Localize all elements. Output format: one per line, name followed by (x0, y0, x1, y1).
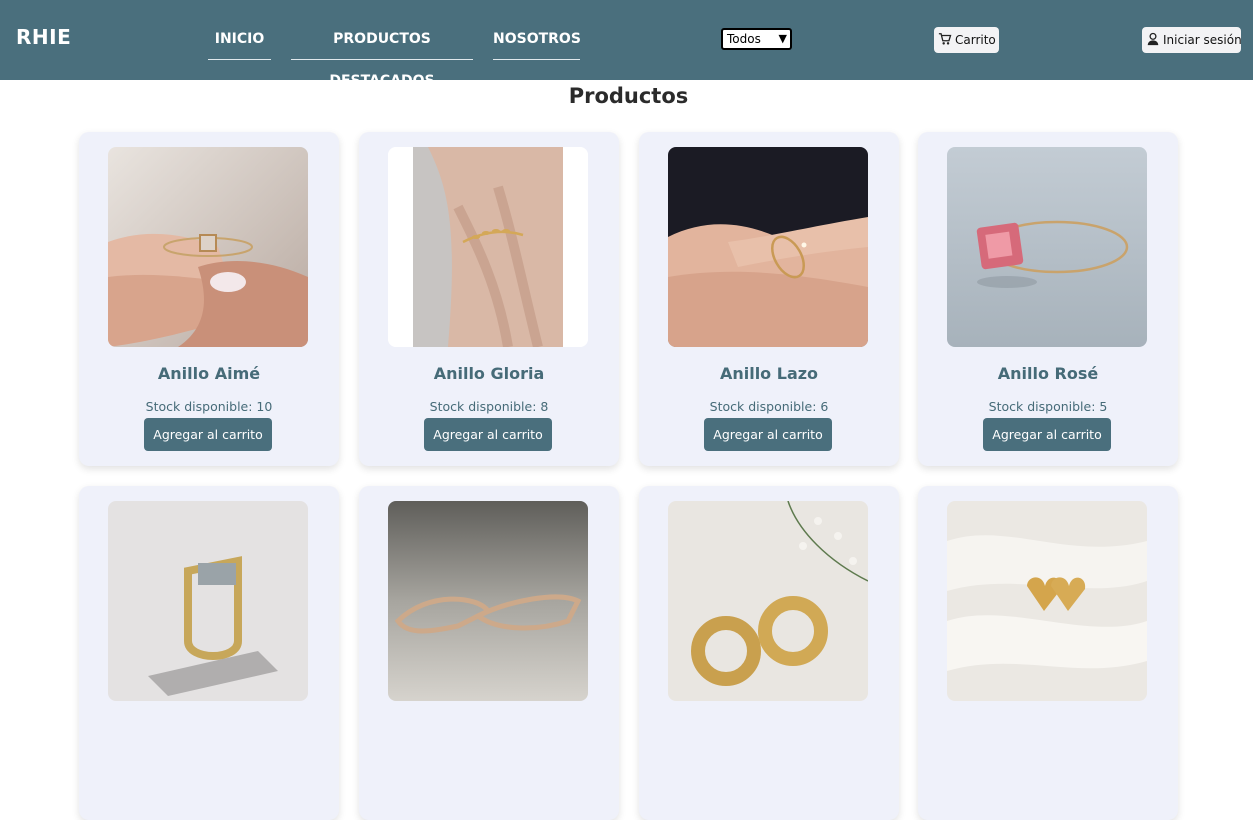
chevron-down-icon: ▼ (778, 32, 787, 45)
product-image[interactable] (388, 501, 588, 701)
ring-image (108, 147, 308, 347)
product-image[interactable] (388, 147, 588, 347)
cart-button[interactable]: Carrito (934, 27, 999, 53)
page-title: Productos (568, 84, 689, 108)
product-name: Anillo Gloria (433, 364, 545, 383)
product-image[interactable] (947, 147, 1147, 347)
ring-image (947, 147, 1147, 347)
cart-icon (938, 33, 952, 45)
nav-link-nosotros[interactable]: NOSOTROS (493, 18, 581, 60)
product-image[interactable] (668, 147, 868, 347)
user-icon (1147, 32, 1159, 46)
product-stock: Stock disponible: 10 (145, 399, 273, 414)
category-filter-select[interactable]: Todos ▼ (721, 28, 792, 50)
product-stock: Stock disponible: 5 (988, 399, 1108, 414)
product-name: Anillo Rosé (997, 364, 1099, 383)
product-card: Anillo Lazo Stock disponible: 6 Agregar … (639, 132, 899, 466)
product-card (918, 486, 1178, 820)
product-card: Anillo Aimé Stock disponible: 10 Agregar… (79, 132, 339, 466)
add-to-cart-button[interactable]: Agregar al carrito (144, 418, 272, 451)
login-button[interactable]: Iniciar sesión (1142, 27, 1242, 53)
cart-button-label: Carrito (955, 33, 996, 47)
category-filter-value: Todos (727, 32, 761, 46)
earrings-image (947, 501, 1147, 701)
product-name: Anillo Lazo (719, 364, 819, 383)
nav-link-productos-destacados[interactable]: PRODUCTOS DESTACADOS (291, 18, 473, 89)
brand-logo[interactable]: RHIE (16, 25, 71, 49)
product-card (79, 486, 339, 820)
product-card (359, 486, 619, 820)
product-image[interactable] (668, 501, 868, 701)
product-image[interactable] (947, 501, 1147, 701)
product-card: Anillo Rosé Stock disponible: 5 Agregar … (918, 132, 1178, 466)
ring-image (388, 147, 588, 347)
login-button-label: Iniciar sesión (1163, 33, 1242, 47)
add-to-cart-button[interactable]: Agregar al carrito (424, 418, 552, 451)
ring-image (108, 501, 308, 701)
ring-image (668, 147, 868, 347)
product-image[interactable] (108, 147, 308, 347)
nav-link-inicio[interactable]: INICIO (208, 18, 271, 60)
product-stock: Stock disponible: 6 (709, 399, 829, 414)
top-navbar: RHIE INICIO PRODUCTOS DESTACADOS NOSOTRO… (0, 0, 1253, 89)
product-card: Anillo Gloria Stock disponible: 8 Agrega… (359, 132, 619, 466)
product-name: Anillo Aimé (157, 364, 261, 383)
ring-image (388, 501, 588, 701)
add-to-cart-button[interactable]: Agregar al carrito (983, 418, 1111, 451)
product-card (639, 486, 899, 820)
add-to-cart-button[interactable]: Agregar al carrito (704, 418, 832, 451)
product-image[interactable] (108, 501, 308, 701)
earrings-image (668, 501, 868, 701)
product-stock: Stock disponible: 8 (429, 399, 549, 414)
